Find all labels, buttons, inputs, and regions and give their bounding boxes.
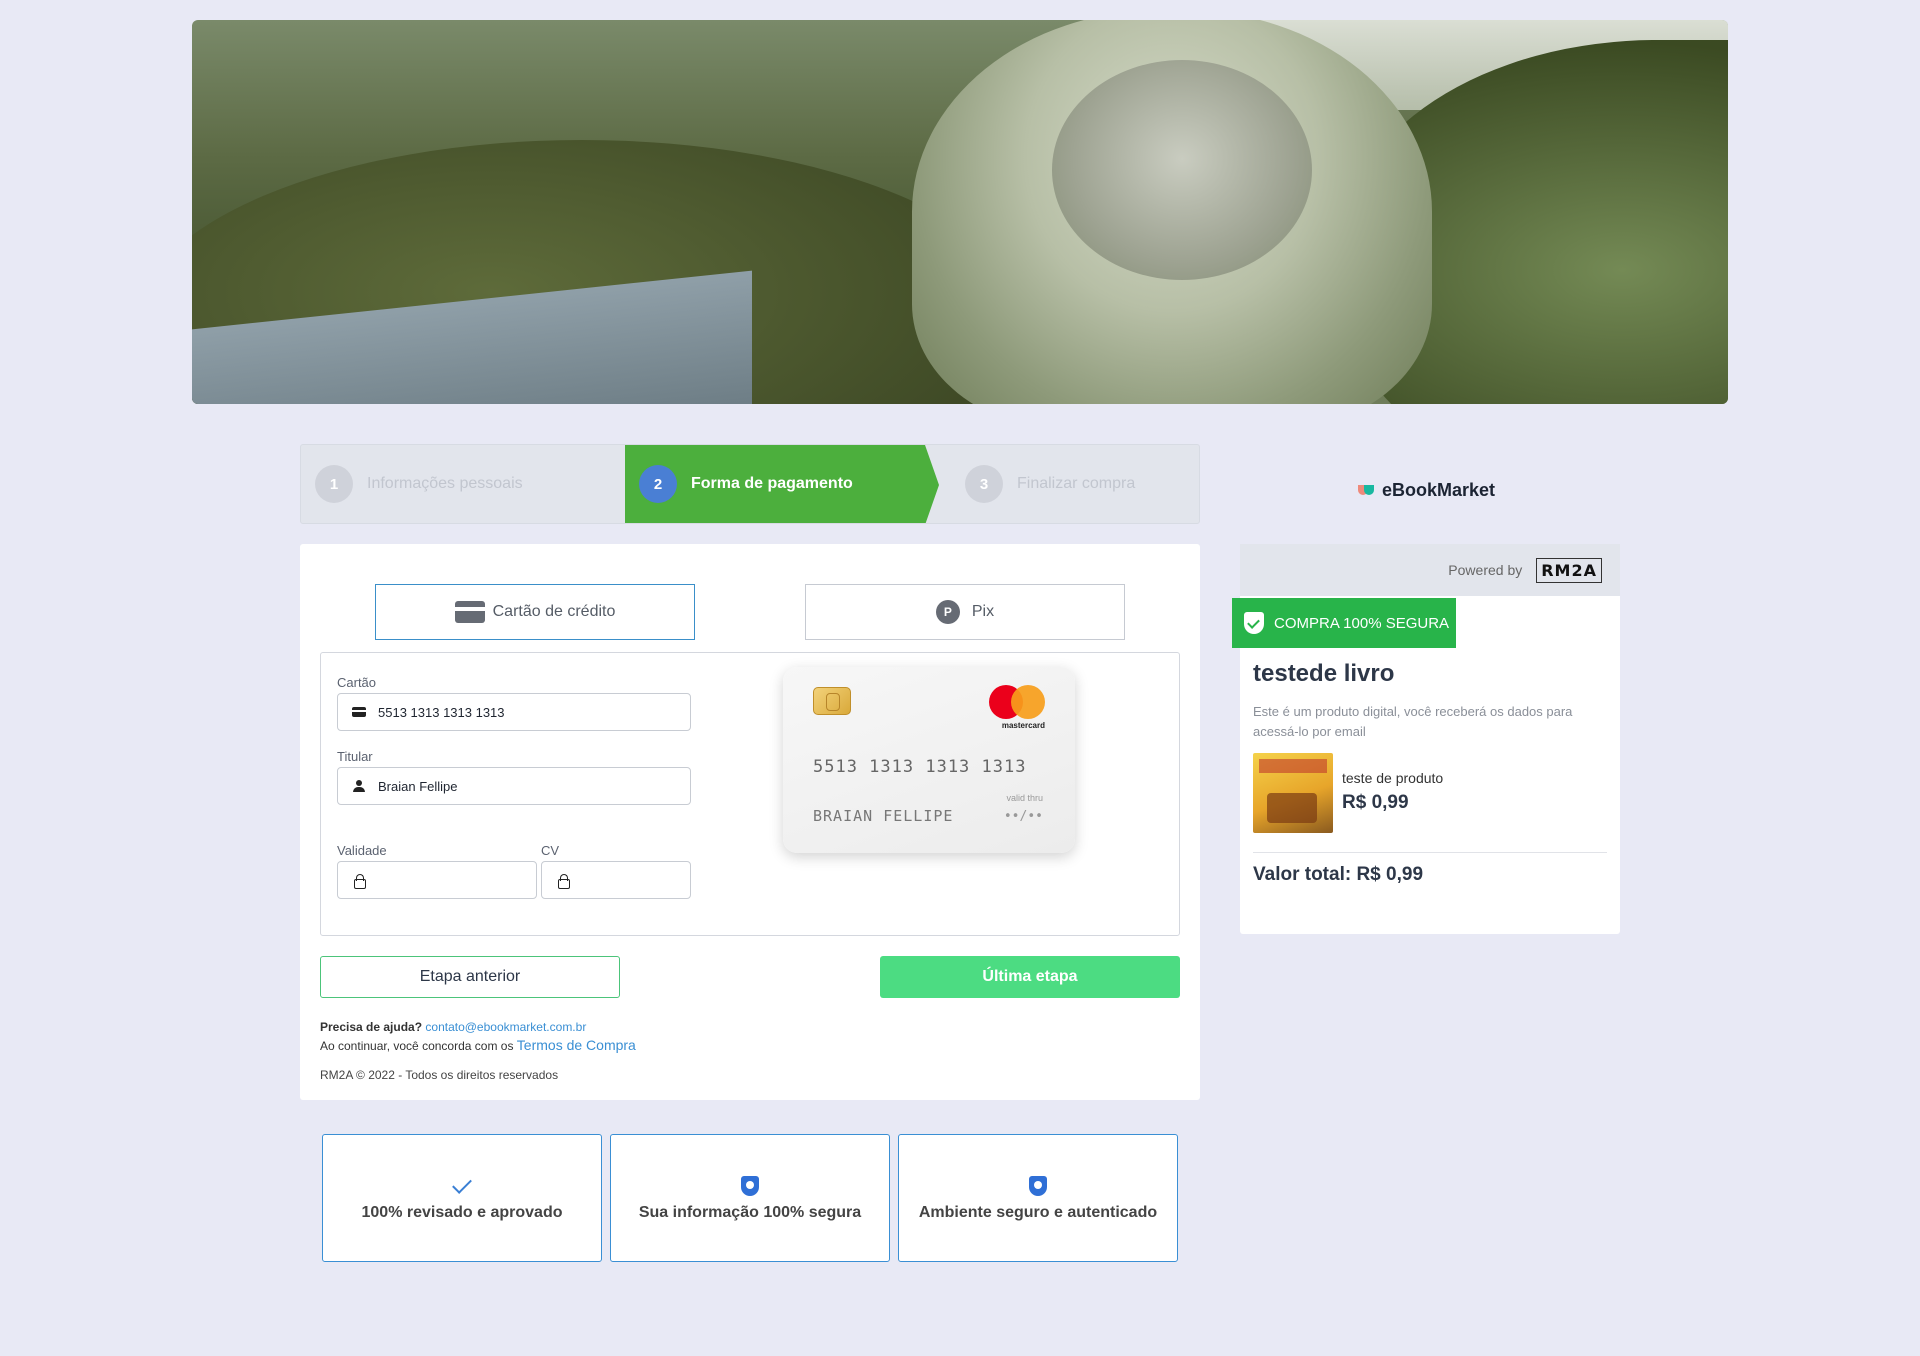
tab-label: Pix xyxy=(971,603,995,620)
item-name: teste de produto xyxy=(1342,770,1444,786)
product-thumbnail xyxy=(1253,753,1333,833)
lock-icon xyxy=(354,873,366,889)
step-label: Informações pessoais xyxy=(367,475,523,492)
terms-link[interactable]: Termos de Compra xyxy=(517,1037,636,1053)
copyright: RM2A © 2022 - Todos os direitos reservad… xyxy=(320,1068,559,1082)
rm2a-logo: RM2A xyxy=(1536,557,1602,583)
pix-icon: P xyxy=(935,600,960,624)
payment-card: Cartão de crédito P Pix Cartão 5513 1313… xyxy=(300,544,1200,1100)
card-chip-icon xyxy=(813,687,851,715)
credit-card-icon xyxy=(454,601,485,623)
feature-reviewed: 100% revisado e aprovado xyxy=(322,1134,602,1262)
previous-step-button[interactable]: Etapa anterior xyxy=(320,956,620,998)
mastercard-logo-icon xyxy=(989,685,1045,719)
item-price: R$ 0,99 xyxy=(1342,792,1409,813)
order-total: Valor total: R$ 0,99 xyxy=(1253,864,1424,885)
card-form: Cartão 5513 1313 1313 1313 Titular Braia… xyxy=(320,652,1180,936)
holder-name-field[interactable]: Braian Fellipe xyxy=(337,767,691,805)
help-text: Precisa de ajuda? contato@ebookmarket.co… xyxy=(320,1018,636,1055)
summary-divider xyxy=(1253,852,1607,853)
checkout-stepper: 1 Informações pessoais 2 Forma de pagame… xyxy=(300,444,1200,524)
preview-valid-label: valid thru xyxy=(1006,793,1043,803)
shield-icon xyxy=(741,1176,759,1196)
powered-by-bar: Powered by RM2A xyxy=(1240,544,1620,596)
preview-valid-value: ••/•• xyxy=(1003,809,1043,824)
product-title: testede livro xyxy=(1253,660,1395,687)
preview-card-holder: BRAIAN FELLIPE xyxy=(813,807,954,825)
last-step-button[interactable]: Última etapa xyxy=(880,956,1180,998)
feature-secure-info: Sua informação 100% segura xyxy=(610,1134,890,1262)
step-payment-method[interactable]: 2 Forma de pagamento xyxy=(625,445,939,523)
hero-banner-image xyxy=(192,20,1728,404)
brand-name: eBookMarket xyxy=(1382,480,1496,500)
step-finish-purchase[interactable]: 3 Finalizar compra xyxy=(925,445,1199,523)
feature-authenticated: Ambiente seguro e autenticado xyxy=(898,1134,1178,1262)
feature-label: Sua informação 100% segura xyxy=(638,1204,862,1221)
validity-label: Validade xyxy=(337,843,387,858)
holder-name-value: Braian Fellipe xyxy=(378,778,458,794)
terms-prefix: Ao continuar, você concorda com os xyxy=(320,1039,514,1053)
preview-card-number: 5513 1313 1313 1313 xyxy=(813,757,1027,777)
help-question: Precisa de ajuda? xyxy=(320,1020,423,1034)
card-number-value: 5513 1313 1313 1313 xyxy=(378,704,505,720)
card-number-label: Cartão xyxy=(337,675,377,690)
tab-pix[interactable]: P Pix xyxy=(805,584,1125,640)
banner-face xyxy=(1052,60,1312,280)
feature-label: 100% revisado e aprovado xyxy=(361,1204,563,1221)
secure-badge-label: COMPRA 100% SEGURA xyxy=(1274,614,1450,632)
secure-purchase-badge: COMPRA 100% SEGURA xyxy=(1232,598,1456,648)
holder-label: Titular xyxy=(337,749,373,764)
card-brand-text: mastercard xyxy=(1001,721,1045,730)
cv-label: CV xyxy=(541,843,560,858)
card-number-field[interactable]: 5513 1313 1313 1313 xyxy=(337,693,691,731)
shield-lock-icon xyxy=(1029,1176,1047,1196)
step-number: 1 xyxy=(315,465,353,503)
step-label: Finalizar compra xyxy=(1017,475,1136,492)
check-icon xyxy=(452,1174,472,1194)
tab-label: Cartão de crédito xyxy=(492,603,616,620)
feature-label: Ambiente seguro e autenticado xyxy=(918,1204,1158,1221)
step-number: 3 xyxy=(965,465,1003,503)
user-icon xyxy=(353,780,365,792)
credit-card-preview: mastercard 5513 1313 1313 1313 BRAIAN FE… xyxy=(783,667,1075,853)
step-number: 2 xyxy=(639,465,677,503)
step-personal-info[interactable]: 1 Informações pessoais xyxy=(301,445,625,523)
product-description: Este é um produto digital, você receberá… xyxy=(1253,704,1573,739)
card-icon xyxy=(352,707,366,717)
help-email-link[interactable]: contato@ebookmarket.com.br xyxy=(425,1020,586,1034)
powered-by-label: Powered by xyxy=(1448,562,1523,578)
brand-logo[interactable]: eBookMarket xyxy=(1358,480,1495,501)
step-label: Forma de pagamento xyxy=(691,475,853,492)
shield-check-icon xyxy=(1244,612,1264,634)
ebookmarket-logo-icon xyxy=(1358,484,1378,497)
tab-credit-card[interactable]: Cartão de crédito xyxy=(375,584,695,640)
cv-field[interactable] xyxy=(541,861,691,899)
validity-field[interactable] xyxy=(337,861,537,899)
lock-icon xyxy=(558,873,570,889)
